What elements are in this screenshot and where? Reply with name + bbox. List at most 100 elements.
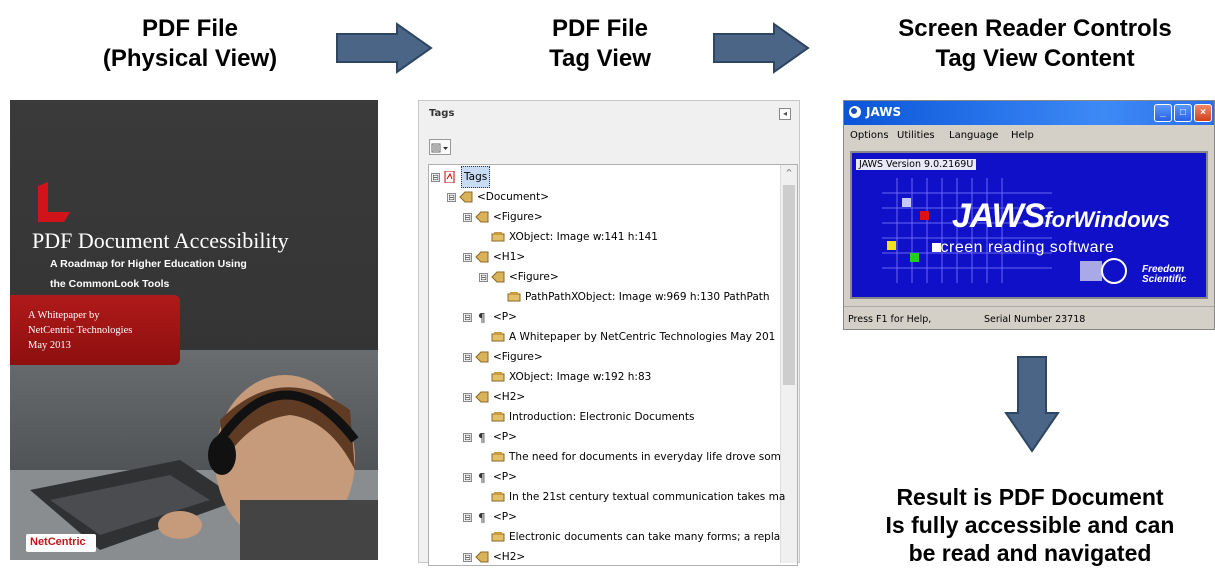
collapse-toggle-icon[interactable]: ⊟ (431, 172, 440, 182)
tree-row-label: <H2> (493, 551, 526, 563)
tags-panel: Tags ◂ ^ ⊟ Tags ⊟ <Document> ⊟ <Figure> XObjec… (418, 100, 800, 566)
tree-row-label: The need for documents in everyday life … (509, 451, 781, 463)
collapse-toggle-icon[interactable]: ⊟ (463, 312, 472, 322)
heading-pdf-physical-line1: PDF File (141, 15, 238, 42)
tree-row[interactable]: A Whitepaper by NetCentric Technologies … (479, 327, 775, 347)
jaws-window: JAWS _ □ × Options Utilities Language He… (843, 100, 1215, 330)
heading-pdf-physical-line2: (Physical View) (102, 45, 278, 72)
list-options-icon (431, 143, 448, 153)
tree-row[interactable]: ⊟ <H2> (463, 387, 525, 407)
brand-suffix: forWindows (1044, 207, 1171, 232)
svg-text:¶: ¶ (478, 511, 486, 523)
minimize-button[interactable]: _ (1154, 104, 1172, 122)
content-object-icon (491, 412, 505, 422)
tree-row[interactable]: The need for documents in everyday life … (479, 447, 781, 467)
content-object-icon (507, 292, 521, 302)
menu-language[interactable]: Language (949, 130, 998, 141)
right-arrow-icon (713, 22, 810, 74)
scroll-thumb[interactable] (783, 185, 795, 385)
result-text: Result is PDF Document Is fully accessib… (845, 483, 1215, 567)
tree-row-label: A Whitepaper by NetCentric Technologies … (509, 331, 776, 343)
paragraph-icon: ¶ (478, 431, 486, 443)
result-line3: be read and navigated (908, 540, 1152, 566)
cover-title: PDF Document Accessibility (32, 228, 289, 253)
content-object-icon (491, 372, 505, 382)
tree-row[interactable]: ⊟ <H1> (463, 247, 525, 267)
red-l-logo-icon (38, 182, 70, 222)
svg-text:¶: ¶ (478, 311, 486, 323)
tree-row[interactable]: Introduction: Electronic Documents (479, 407, 694, 427)
tree-row[interactable]: XObject: Image w:141 h:141 (479, 227, 658, 247)
panel-collapse-button[interactable]: ◂ (779, 108, 791, 120)
tree-row[interactable]: ⊟ ¶ <P> (463, 507, 517, 527)
tree-row[interactable]: ⊟ <Figure> (463, 207, 543, 227)
tree-row[interactable]: ⊟ ¶ <P> (463, 427, 517, 447)
whitepaper-line1: A Whitepaper by (28, 310, 100, 321)
jaws-brand-logo: JAWSforWindows (952, 197, 1170, 236)
collapse-toggle-icon[interactable]: ⊟ (463, 392, 472, 402)
collapse-toggle-icon[interactable]: ⊟ (463, 552, 472, 562)
tree-row-label: PathPathXObject: Image w:969 h:130 PathP… (525, 291, 770, 303)
tree-row[interactable]: ⊟ ¶ <P> (463, 467, 517, 487)
collapse-toggle-icon[interactable]: ⊟ (463, 352, 472, 362)
tags-tree[interactable]: ^ ⊟ Tags ⊟ <Document> ⊟ <Figure> XObject: Imag… (428, 164, 798, 566)
collapse-toggle-icon[interactable]: ⊟ (479, 272, 488, 282)
tree-row-label: <Figure> (493, 351, 543, 363)
collapse-toggle-icon[interactable]: ⊟ (463, 512, 472, 522)
tree-row[interactable]: ⊟ <H2> (463, 547, 526, 565)
jaws-window-title: JAWS (866, 105, 902, 119)
tree-row-label: <H1> (493, 251, 526, 263)
content-object-icon (491, 332, 505, 342)
heading-pdf-physical: PDF File (Physical View) (85, 14, 295, 74)
tree-row-label: <P> (493, 311, 517, 323)
options-menu-button[interactable] (429, 139, 451, 155)
tag-icon (475, 391, 489, 403)
collapse-toggle-icon[interactable]: ⊟ (463, 252, 472, 262)
tree-row-label: <Document> (477, 191, 549, 203)
tree-row[interactable]: ⊟ <Document> (447, 187, 549, 207)
student-with-headphones-photo (10, 350, 378, 560)
collapse-toggle-icon[interactable]: ⊟ (463, 432, 472, 442)
whitepaper-line3: May 2013 (28, 340, 71, 351)
tree-row[interactable]: ⊟ Tags (431, 166, 491, 188)
tree-row[interactable]: ⊟ ¶ <P> (463, 307, 517, 327)
jaws-app-icon (849, 106, 861, 118)
netcentric-logo-text: NetCentric (30, 536, 86, 548)
svg-text:¶: ¶ (478, 471, 486, 483)
tree-row-label: In the 21st century textual communicatio… (509, 491, 786, 503)
jaws-version-text: JAWS Version 9.0.2169U (856, 159, 977, 170)
collapse-toggle-icon[interactable]: ⊟ (463, 472, 472, 482)
right-arrow-icon (336, 22, 433, 74)
tree-row[interactable]: In the 21st century textual communicatio… (479, 487, 785, 507)
menu-options[interactable]: Options (850, 130, 889, 141)
tag-icon (475, 211, 489, 223)
heading-screen-reader-line1: Screen Reader Controls (898, 15, 1172, 42)
down-arrow-icon (1004, 356, 1060, 453)
maker-line2: Scientific (1142, 274, 1187, 285)
tag-icon (475, 251, 489, 263)
collapse-toggle-icon[interactable]: ⊟ (447, 192, 456, 202)
tree-row-label: Electronic documents can take many forms… (509, 531, 781, 543)
whitepaper-line2: NetCentric Technologies (28, 325, 133, 336)
result-line1: Result is PDF Document (896, 484, 1164, 510)
jaws-titlebar: JAWS _ □ × (844, 101, 1214, 125)
result-line2: Is fully accessible and can (885, 512, 1175, 538)
tree-row[interactable]: PathPathXObject: Image w:969 h:130 PathP… (495, 287, 770, 307)
scroll-up-button[interactable]: ^ (781, 165, 797, 181)
tree-row[interactable]: ⊟ <Figure> (479, 267, 559, 287)
menu-utilities[interactable]: Utilities (897, 130, 935, 141)
tag-icon (475, 551, 489, 563)
paragraph-icon: ¶ (478, 471, 486, 483)
brand-main: JAWS (952, 197, 1045, 235)
close-button[interactable]: × (1194, 104, 1212, 122)
tree-row-label: <Figure> (509, 271, 559, 283)
maximize-button[interactable]: □ (1174, 104, 1192, 122)
status-help: Press F1 for Help, (848, 314, 932, 325)
tree-row[interactable]: XObject: Image w:192 h:83 (479, 367, 651, 387)
tree-row[interactable]: ⊟ <Figure> (463, 347, 543, 367)
collapse-toggle-icon[interactable]: ⊟ (463, 212, 472, 222)
tree-row[interactable]: Electronic documents can take many forms… (479, 527, 780, 547)
pdf-cover-image: PDF Document Accessibility A Roadmap for… (10, 100, 378, 560)
tree-row-label: <P> (493, 471, 517, 483)
menu-help[interactable]: Help (1011, 130, 1034, 141)
